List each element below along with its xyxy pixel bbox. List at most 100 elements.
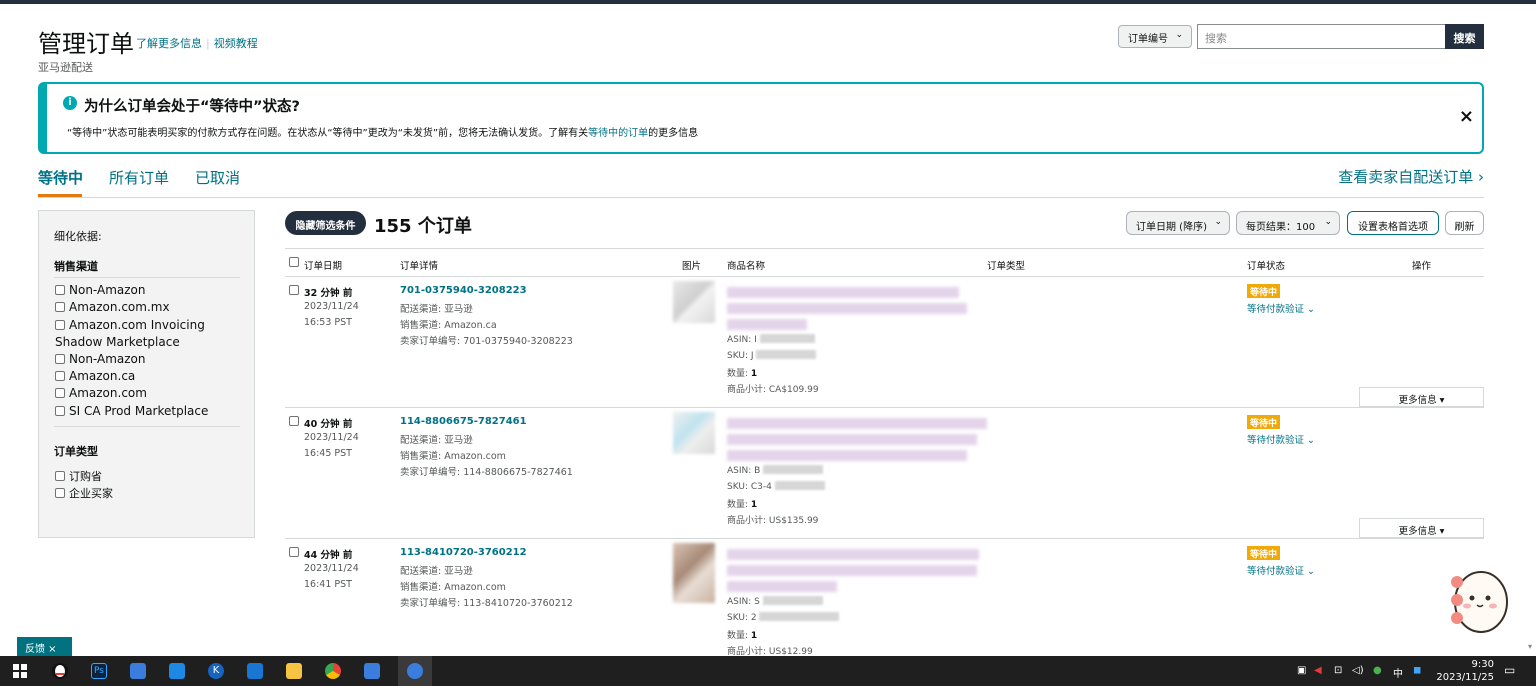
order-time: 16:45 PST <box>304 448 352 459</box>
order-age: 40 分钟 前 <box>304 419 353 430</box>
filter-type-subscribe[interactable]: 订购省 <box>55 468 245 485</box>
filter-channel-amazon-com[interactable]: Amazon.com <box>55 385 245 402</box>
filter-channel-amazon-ca[interactable]: Amazon.ca <box>55 368 245 385</box>
tab-all-orders[interactable]: 所有订单 <box>109 167 169 188</box>
page-title: 管理订单 <box>38 30 134 58</box>
order-id-link[interactable]: 701-0375940-3208223 <box>400 285 527 296</box>
filter-panel: 细化依据: 销售渠道 Non-Amazon Amazon.com.mx Amaz… <box>38 210 255 538</box>
tray-app-icon[interactable]: ◼ <box>1413 665 1421 676</box>
app-icon[interactable] <box>364 663 380 679</box>
product-name-blurred <box>727 303 967 314</box>
checkbox[interactable] <box>55 354 65 364</box>
asin: ASIN: I <box>727 334 815 345</box>
active-app-slot[interactable] <box>398 656 432 686</box>
asin: ASIN: S <box>727 596 823 607</box>
order-count: 155 个订单 <box>374 216 472 237</box>
product-thumbnail[interactable] <box>673 281 715 323</box>
checkbox[interactable] <box>55 320 65 330</box>
order-date: 2023/11/24 <box>304 301 359 312</box>
tray-app-icon[interactable]: ◀ <box>1314 665 1322 676</box>
select-all-checkbox[interactable] <box>289 257 299 267</box>
seller-fulfilled-link[interactable]: 查看卖家自配送订单 › <box>1338 166 1484 187</box>
chrome-icon[interactable] <box>325 663 341 679</box>
order-id-link[interactable]: 114-8806675-7827461 <box>400 416 527 427</box>
payment-verification-dropdown[interactable]: 等待付款验证 ⌄ <box>1247 563 1315 577</box>
k-app-icon[interactable]: K <box>208 663 224 679</box>
filter-channel-non-amazon[interactable]: Non-Amazon <box>55 282 245 299</box>
tab-pending[interactable]: 等待中 <box>38 167 83 188</box>
page-subtitle: 亚马逊配送 <box>38 61 93 74</box>
filter-channel-non-amazon-2[interactable]: Non-Amazon <box>55 351 245 368</box>
row-checkbox[interactable] <box>289 416 299 426</box>
per-page-select[interactable]: 每页结果：100 ⌄ <box>1236 211 1340 235</box>
title-links: 了解更多信息 | 视频教程 <box>136 35 258 51</box>
filter-channel-amazon-mx[interactable]: Amazon.com.mx <box>55 299 245 316</box>
column-header: 图片 <box>682 261 702 272</box>
learn-more-link[interactable]: 了解更多信息 <box>136 35 202 51</box>
search-button[interactable]: 搜索 <box>1445 24 1484 49</box>
filter-type-business[interactable]: 企业买家 <box>55 485 245 502</box>
system-clock[interactable]: 9:30 2023/11/25 <box>1436 658 1494 684</box>
product-name-blurred[interactable] <box>727 549 979 560</box>
row-checkbox[interactable] <box>289 285 299 295</box>
filter-channel-invoicing-shadow[interactable]: Amazon.com Invoicing Shadow Marketplace <box>55 317 245 351</box>
hide-filter-button[interactable]: 隐藏筛选条件 <box>285 211 366 235</box>
product-thumbnail[interactable] <box>673 543 715 603</box>
checkbox[interactable] <box>55 371 65 381</box>
table-row: 44 分钟 前 2023/11/24 16:41 PST 113-8410720… <box>285 539 1484 656</box>
mascot-sticker-icon[interactable] <box>1450 562 1508 636</box>
filter-channel-si-ca[interactable]: SI CA Prod Marketplace <box>55 403 245 420</box>
more-info-button[interactable]: 更多信息 ▾ <box>1359 387 1484 407</box>
table-preferences-button[interactable]: 设置表格首选项 <box>1347 211 1439 235</box>
office-icon[interactable] <box>247 663 263 679</box>
network-icon[interactable]: ⊡ <box>1334 665 1342 676</box>
notification-icon[interactable]: ▭ <box>1504 663 1515 677</box>
product-name-blurred[interactable] <box>727 287 959 298</box>
close-icon[interactable]: × <box>1459 106 1474 127</box>
column-header: 订单类型 <box>987 261 1026 272</box>
input-method-indicator[interactable]: 中 <box>1393 665 1403 680</box>
product-name-blurred <box>727 319 807 330</box>
chevron-down-icon: ⌄ <box>1324 217 1332 227</box>
windows-start-icon[interactable] <box>12 663 28 679</box>
more-info-button[interactable]: 更多信息 ▾ <box>1359 518 1484 538</box>
tray-app-icon[interactable]: ▣ <box>1297 665 1306 676</box>
checkbox[interactable] <box>55 488 65 498</box>
checkbox[interactable] <box>55 406 65 416</box>
windows-taskbar: Ps K ▣ ◀ ⊡ ◁) ● 中 ◼ 9:30 2023/11/25 ▭ <box>0 656 1536 686</box>
sku: SKU: C3-4 <box>727 481 825 492</box>
column-header[interactable]: 商品名称 <box>727 258 765 272</box>
checkbox[interactable] <box>55 302 65 312</box>
refresh-button[interactable]: 刷新 <box>1445 211 1484 235</box>
product-name-blurred[interactable] <box>727 418 987 429</box>
checkbox[interactable] <box>55 388 65 398</box>
volume-icon[interactable]: ◁) <box>1352 665 1364 676</box>
payment-verification-dropdown[interactable]: 等待付款验证 ⌄ <box>1247 432 1315 446</box>
app-icon[interactable] <box>130 663 146 679</box>
filter-heading: 细化依据: <box>54 230 102 243</box>
folder-icon[interactable] <box>286 663 302 679</box>
checkbox[interactable] <box>55 471 65 481</box>
sales-channel: 销售渠道: Amazon.com <box>400 582 506 593</box>
order-id-link[interactable]: 113-8410720-3760212 <box>400 547 527 558</box>
payment-verification-dropdown[interactable]: 等待付款验证 ⌄ <box>1247 301 1315 315</box>
sales-channel: 销售渠道: Amazon.ca <box>400 320 497 331</box>
scroll-down-icon[interactable]: ▾ <box>1528 642 1532 651</box>
wechat-icon[interactable]: ● <box>1373 665 1382 676</box>
top-bar <box>0 0 1536 4</box>
sort-select[interactable]: 订单日期 (降序) ⌄ <box>1126 211 1230 235</box>
product-thumbnail[interactable] <box>673 412 715 454</box>
qq-icon[interactable] <box>52 663 68 679</box>
column-header[interactable]: 订单日期 <box>304 258 342 272</box>
search-field-select[interactable]: 订单编号 ⌄ <box>1118 25 1192 48</box>
photoshop-icon[interactable]: Ps <box>91 663 107 679</box>
feedback-button[interactable]: 反馈 × <box>17 637 72 656</box>
checkbox[interactable] <box>55 285 65 295</box>
search-input[interactable]: 搜索 <box>1197 24 1447 49</box>
tab-cancelled[interactable]: 已取消 <box>195 167 240 188</box>
alert-title: 为什么订单会处于“等待中”状态? <box>84 99 300 115</box>
row-checkbox[interactable] <box>289 547 299 557</box>
pending-orders-link[interactable]: 等待中的订单 <box>588 128 648 139</box>
mail-icon[interactable] <box>169 663 185 679</box>
video-tutorial-link[interactable]: 视频教程 <box>214 35 258 51</box>
